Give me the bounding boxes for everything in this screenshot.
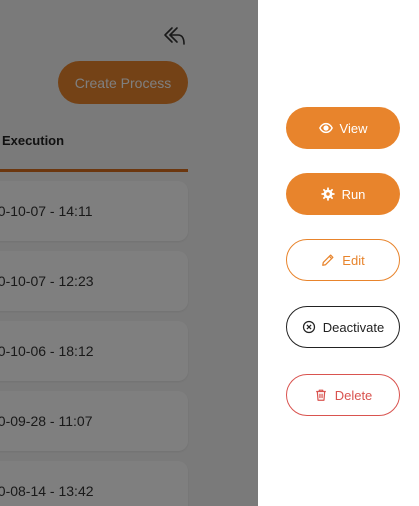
column-header-last-execution[interactable]: t Execution — [0, 133, 64, 148]
view-button[interactable]: View — [286, 107, 400, 149]
edit-button[interactable]: Edit — [286, 239, 400, 281]
execution-date: 20-08-14 - 13:42 — [0, 483, 94, 499]
execution-date: 20-10-07 - 14:11 — [0, 203, 93, 219]
view-label: View — [339, 120, 368, 136]
table-row[interactable]: 20-08-14 - 13:42 — [0, 461, 188, 506]
table-row[interactable]: 20-09-28 - 11:07 — [0, 391, 188, 451]
edit-label: Edit — [342, 252, 365, 268]
eye-icon — [318, 122, 333, 134]
table-row[interactable]: 20-10-07 - 14:11 — [0, 181, 188, 241]
run-label: Run — [341, 186, 366, 202]
delete-button[interactable]: Delete — [286, 374, 400, 416]
table-row[interactable]: 20-10-07 - 12:23 — [0, 251, 188, 311]
circle-x-icon — [302, 320, 315, 334]
execution-date: 20-10-06 - 18:12 — [0, 343, 94, 359]
delete-label: Delete — [334, 387, 373, 403]
reply-back-icon[interactable] — [163, 25, 187, 47]
pencil-icon — [322, 254, 334, 266]
table-row[interactable]: 20-10-06 - 18:12 — [0, 321, 188, 381]
run-button[interactable]: Run — [286, 173, 400, 215]
execution-date: 20-09-28 - 11:07 — [0, 413, 93, 429]
deactivate-label: Deactivate — [322, 319, 385, 335]
column-header-underline — [0, 169, 188, 172]
gear-icon — [321, 187, 335, 201]
create-process-button[interactable]: Create Process — [58, 61, 188, 104]
trash-icon — [315, 389, 326, 401]
deactivate-button[interactable]: Deactivate — [286, 306, 400, 348]
execution-date: 20-10-07 - 12:23 — [0, 273, 94, 289]
background-page: Create Process t Execution 20-10-07 - 14… — [0, 0, 258, 506]
